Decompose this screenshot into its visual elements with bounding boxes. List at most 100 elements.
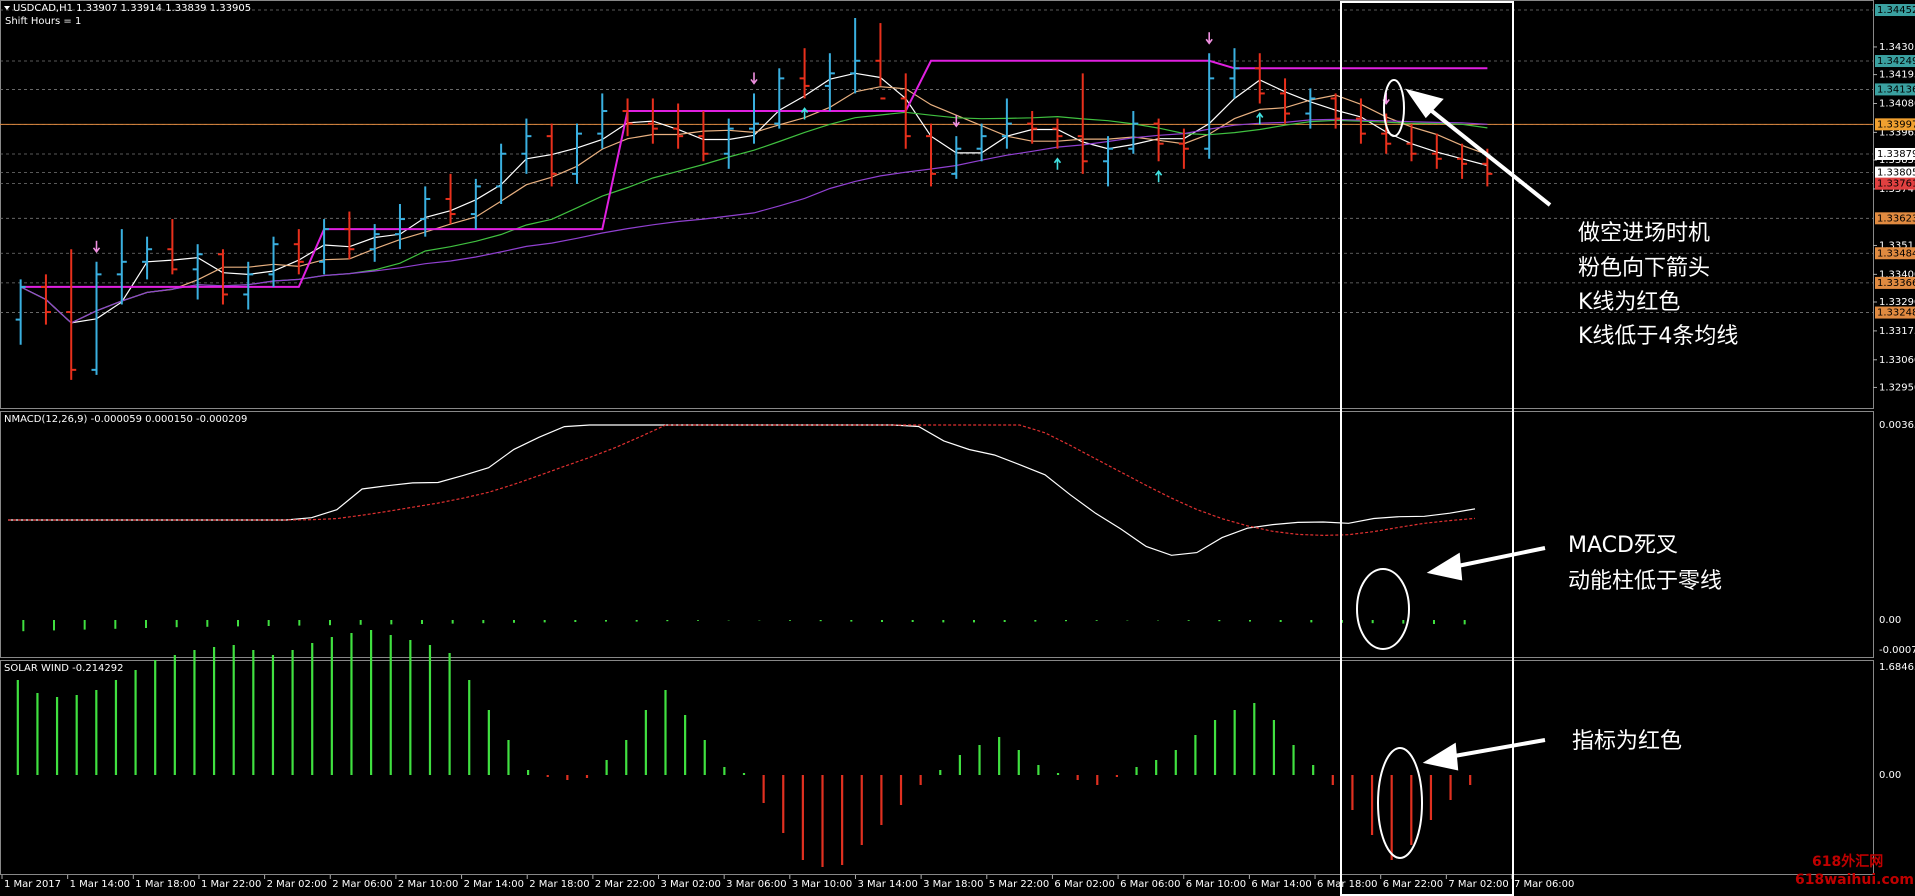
time-tick-label: 1 Mar 18:00 bbox=[135, 879, 195, 890]
price-axis: 1.343051.341951.340801.339651.338551.337… bbox=[1873, 4, 1915, 393]
ellipse-solar bbox=[1377, 747, 1423, 859]
annotation-line: 指标为红色 bbox=[1572, 729, 1682, 754]
candle bbox=[1229, 48, 1240, 99]
buy-arrow-icon bbox=[1053, 157, 1062, 170]
price-tag: 1.33761 bbox=[1875, 177, 1915, 190]
time-tick-label: 6 Mar 02:00 bbox=[1054, 879, 1114, 890]
time-tick-label: 2 Mar 14:00 bbox=[464, 879, 524, 890]
candles bbox=[15, 18, 1493, 380]
annotation-line: K线为红色 bbox=[1578, 290, 1680, 315]
symbol-title: USDCAD,H1 1.33907 1.33914 1.33839 1.3390… bbox=[13, 3, 251, 14]
pointer-arrows bbox=[1405, 88, 1552, 771]
macd-signal-line bbox=[8, 424, 1476, 537]
candle bbox=[1457, 143, 1468, 179]
price-tag: 1.33366 bbox=[1875, 276, 1915, 289]
candle bbox=[850, 18, 861, 94]
candle bbox=[91, 261, 102, 375]
annotation-macd: MACD死叉 动能柱低于零线 bbox=[1568, 533, 1722, 594]
candle bbox=[926, 123, 937, 187]
price-tag: 1.34452 bbox=[1875, 4, 1915, 16]
pointer-line-solar bbox=[1442, 738, 1546, 760]
solar-pane-frame bbox=[0, 660, 1874, 875]
time-tick-label: 7 Mar 02:00 bbox=[1448, 879, 1508, 890]
price-tag-label: 1.34452 bbox=[1877, 5, 1915, 16]
price-tag: 1.33879 bbox=[1875, 147, 1915, 160]
candle bbox=[1103, 136, 1114, 187]
price-tag: 1.33623 bbox=[1875, 212, 1915, 225]
time-tick-label: 7 Mar 06:00 bbox=[1514, 879, 1574, 890]
chevron-down-icon[interactable] bbox=[4, 6, 10, 10]
time-tick-label: 2 Mar 10:00 bbox=[398, 879, 458, 890]
pointer-line-macd bbox=[1447, 546, 1546, 570]
macd-main-line bbox=[8, 424, 1476, 556]
candle bbox=[142, 236, 153, 280]
candle bbox=[66, 249, 77, 380]
signal-arrows bbox=[92, 32, 1390, 254]
price-tag-label: 1.33623 bbox=[1877, 213, 1915, 224]
watermark: 618外汇网 618waihui.com bbox=[1795, 853, 1914, 888]
ma-green-line bbox=[20, 111, 1488, 324]
price-tag-label: 1.33997 bbox=[1877, 119, 1915, 130]
annotation-line: 做空进场时机 bbox=[1578, 221, 1710, 246]
macd-axis-label: 0.003656 bbox=[1879, 420, 1915, 431]
time-tick-label: 2 Mar 06:00 bbox=[332, 879, 392, 890]
price-tag-label: 1.33366 bbox=[1877, 278, 1915, 289]
candle bbox=[1128, 111, 1139, 154]
candle bbox=[799, 48, 810, 99]
candle bbox=[1204, 53, 1215, 159]
price-tick-label: 1.33175 bbox=[1879, 326, 1915, 337]
price-tick-label: 1.32950 bbox=[1879, 382, 1915, 393]
annotation-solar: 指标为红色 bbox=[1572, 729, 1682, 754]
watermark-line2: 618waihui.com bbox=[1795, 872, 1914, 888]
solar-title: SOLAR WIND -0.214292 bbox=[4, 663, 124, 674]
candle bbox=[470, 178, 481, 230]
candle bbox=[344, 211, 355, 260]
candle bbox=[1178, 128, 1189, 169]
price-tag-label: 1.33879 bbox=[1877, 149, 1915, 160]
ellipse-entry bbox=[1383, 79, 1405, 137]
sell-arrow-icon bbox=[750, 72, 758, 85]
price-tag-label: 1.33484 bbox=[1877, 248, 1915, 259]
candle bbox=[167, 219, 178, 275]
time-tick-label: 2 Mar 02:00 bbox=[267, 879, 327, 890]
sell-arrow-icon bbox=[92, 240, 101, 254]
macd-axis-label: 0.00 bbox=[1879, 615, 1901, 626]
time-tick-label: 3 Mar 02:00 bbox=[661, 879, 721, 890]
arrow-head-macd bbox=[1426, 552, 1463, 581]
candle bbox=[243, 261, 254, 310]
time-tick-label: 6 Mar 10:00 bbox=[1186, 879, 1246, 890]
candle bbox=[268, 236, 279, 287]
candle bbox=[394, 204, 405, 250]
annotation-line: 粉色向下箭头 bbox=[1578, 256, 1710, 281]
time-tick-label: 1 Mar 2017 bbox=[4, 879, 61, 890]
annotation-line: 动能柱低于零线 bbox=[1568, 569, 1722, 594]
solar-axis-label: 1.684633 bbox=[1879, 662, 1915, 673]
time-tick-label: 2 Mar 18:00 bbox=[529, 879, 589, 890]
price-tag: 1.33805 bbox=[1875, 166, 1915, 179]
time-tick-label: 2 Mar 22:00 bbox=[595, 879, 655, 890]
time-tick-label: 3 Mar 06:00 bbox=[726, 879, 786, 890]
time-tick-label: 6 Mar 14:00 bbox=[1251, 879, 1311, 890]
candle bbox=[1027, 111, 1038, 144]
time-tick-label: 3 Mar 10:00 bbox=[792, 879, 852, 890]
candle bbox=[976, 123, 987, 162]
time-tick-label: 6 Mar 06:00 bbox=[1120, 879, 1180, 890]
shift-hours-label: Shift Hours = 1 bbox=[5, 16, 81, 27]
time-tick-label: 3 Mar 14:00 bbox=[857, 879, 917, 890]
candle bbox=[116, 229, 127, 305]
price-tag-label: 1.33805 bbox=[1877, 168, 1915, 179]
price-tag: 1.34136 bbox=[1875, 83, 1915, 96]
price-tag-label: 1.34249 bbox=[1877, 56, 1915, 67]
price-tag-label: 1.34136 bbox=[1877, 84, 1915, 95]
candle bbox=[521, 118, 532, 174]
time-axis: 1 Mar 2017 1 Mar 14:00 1 Mar 18:00 1 Mar 22… bbox=[1, 875, 1574, 890]
window-header: USDCAD,H1 1.33907 1.33914 1.33839 1.3390… bbox=[4, 3, 251, 27]
candle bbox=[723, 118, 734, 169]
price-tag-label: 1.33248 bbox=[1877, 308, 1915, 319]
candle bbox=[571, 123, 582, 184]
candle bbox=[192, 244, 203, 300]
price-tag: 1.33484 bbox=[1875, 247, 1915, 260]
annotation-line: MACD死叉 bbox=[1568, 533, 1678, 558]
time-tick-label: 3 Mar 18:00 bbox=[923, 879, 983, 890]
buy-arrow-icon bbox=[1154, 169, 1163, 183]
